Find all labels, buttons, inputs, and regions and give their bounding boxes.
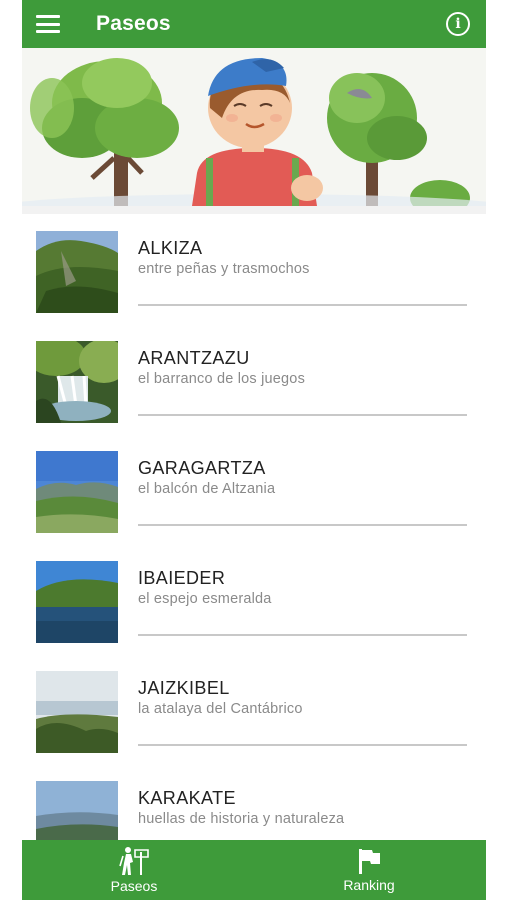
walk-subtitle: el barranco de los juegos (138, 371, 306, 387)
list-item[interactable]: ARANTZAZU el barranco de los juegos (22, 324, 486, 434)
walk-thumbnail (36, 561, 118, 643)
walk-thumbnail (36, 341, 118, 423)
bottom-navigation: Paseos Ranking (22, 840, 486, 900)
info-icon[interactable]: i (446, 12, 470, 36)
hiker-child-illustration (22, 48, 486, 206)
walk-subtitle: entre peñas y trasmochos (138, 261, 310, 277)
walk-subtitle: el espejo esmeralda (138, 591, 272, 607)
walk-name: GARAGARTZA (138, 458, 266, 478)
flag-icon (359, 849, 380, 874)
walk-subtitle: la atalaya del Cantábrico (138, 701, 303, 717)
divider (138, 304, 467, 306)
nav-tab-ranking[interactable]: Ranking (327, 840, 411, 900)
walk-name: JAIZKIBEL (138, 678, 230, 698)
menu-icon[interactable] (36, 15, 60, 33)
walk-thumbnail (36, 451, 118, 533)
list-item[interactable]: ALKIZA entre peñas y trasmochos (22, 214, 486, 324)
divider (138, 744, 467, 746)
divider (138, 524, 467, 526)
page-title: Paseos (96, 12, 171, 35)
walk-name: ALKIZA (138, 238, 203, 258)
hiker-signpost-icon (119, 847, 149, 875)
walk-subtitle: huellas de historia y naturaleza (138, 811, 345, 827)
divider (138, 634, 467, 636)
walks-list: ALKIZA entre peñas y trasmochos ARANTZAZ… (22, 214, 486, 840)
list-item[interactable]: GARAGARTZA el balcón de Altzania (22, 434, 486, 544)
walk-thumbnail (36, 231, 118, 313)
walk-name: IBAIEDER (138, 568, 226, 588)
app-screen: Paseos i ALKIZA entre peñas y trasmochos… (22, 0, 486, 900)
walk-subtitle: el balcón de Altzania (138, 481, 276, 497)
walk-name: KARAKATE (138, 788, 236, 808)
walk-name: ARANTZAZU (138, 348, 250, 368)
hero-illustration (22, 48, 486, 206)
walk-thumbnail (36, 671, 118, 753)
divider (138, 414, 467, 416)
nav-label-paseos: Paseos (110, 878, 158, 894)
list-item[interactable]: KARAKATE huellas de historia y naturalez… (22, 764, 486, 840)
app-bar: Paseos i (22, 0, 486, 48)
list-item[interactable]: IBAIEDER el espejo esmeralda (22, 544, 486, 654)
nav-tab-paseos[interactable]: Paseos (92, 840, 176, 900)
list-item[interactable]: JAIZKIBEL la atalaya del Cantábrico (22, 654, 486, 764)
nav-label-ranking: Ranking (343, 877, 395, 893)
walk-thumbnail (36, 781, 118, 840)
